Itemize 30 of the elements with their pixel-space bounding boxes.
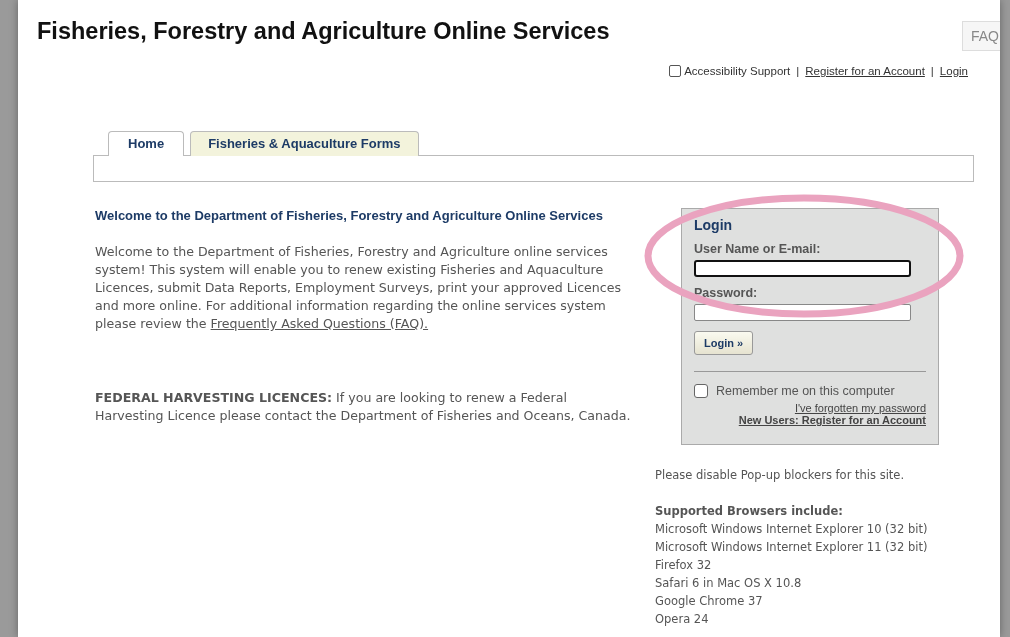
field-label: User Name or E-mail: — [694, 242, 822, 256]
browser-item: Microsoft Windows Internet Explorer 11 (32 bit) — [655, 539, 929, 556]
browser-item: Microsoft Windows Internet Explorer 10 (32 bit) — [655, 521, 929, 538]
faq-link[interactable]: Frequently Asked Questions (FAQ). — [210, 316, 429, 331]
tab[interactable]: Fisheries & Aquaculture Forms — [190, 131, 419, 156]
checkbox[interactable] — [669, 65, 682, 77]
username-field[interactable] — [694, 260, 911, 277]
welcome-paragraph: Welcome to the Department of Fisheries, Forestry and Agriculture online services system! This system will enable you to renew existing Fisheries and Aquaculture Licences, submit Data Reports, Employment Surveys, print your approved Licences and more online. For additional information regarding the online services system please review the Frequently Asked Questions (FAQ). — [95, 243, 623, 333]
login-link[interactable]: Login — [939, 65, 968, 77]
browsers-heading: Supported Browsers include: — [655, 503, 844, 520]
browser-item: Firefox 32 — [655, 557, 713, 574]
site-title: Fisheries, Forestry and Agriculture Online Services — [37, 18, 610, 45]
checkbox-label: Accessibility Support — [684, 65, 791, 77]
browser-item: Google Chrome 37 — [655, 593, 764, 610]
browser-item: Safari 6 in Mac OS X 10.8 — [655, 575, 803, 592]
separator: | — [796, 65, 800, 77]
checkbox-label: Remember me on this computer — [716, 384, 895, 398]
separator: | — [930, 65, 934, 77]
welcome-heading: Welcome to the Department of Fisheries, Forestry and Agriculture Online Services — [95, 208, 604, 223]
browser-item: Opera 24 — [655, 611, 710, 628]
checkbox[interactable] — [694, 384, 708, 398]
register-link[interactable]: New Users: Register for an Account — [738, 414, 926, 426]
federal-notice: FEDERAL HARVESTING LICENCES: If you are looking to renew a Federal Harvesting Licence please contact the Department of Fisheries and Oceans, Canada. — [95, 389, 632, 425]
login-button[interactable]: Login » — [694, 331, 754, 355]
popup-note: Please disable Pop-up blockers for this site. — [655, 467, 906, 484]
field-label: Password: — [694, 286, 759, 300]
register-link[interactable]: Register for an Account — [805, 65, 925, 77]
forgot-password-link[interactable]: I've forgotten my password — [794, 402, 926, 414]
tab[interactable]: Home — [108, 131, 185, 156]
login-title: Login — [694, 217, 734, 233]
